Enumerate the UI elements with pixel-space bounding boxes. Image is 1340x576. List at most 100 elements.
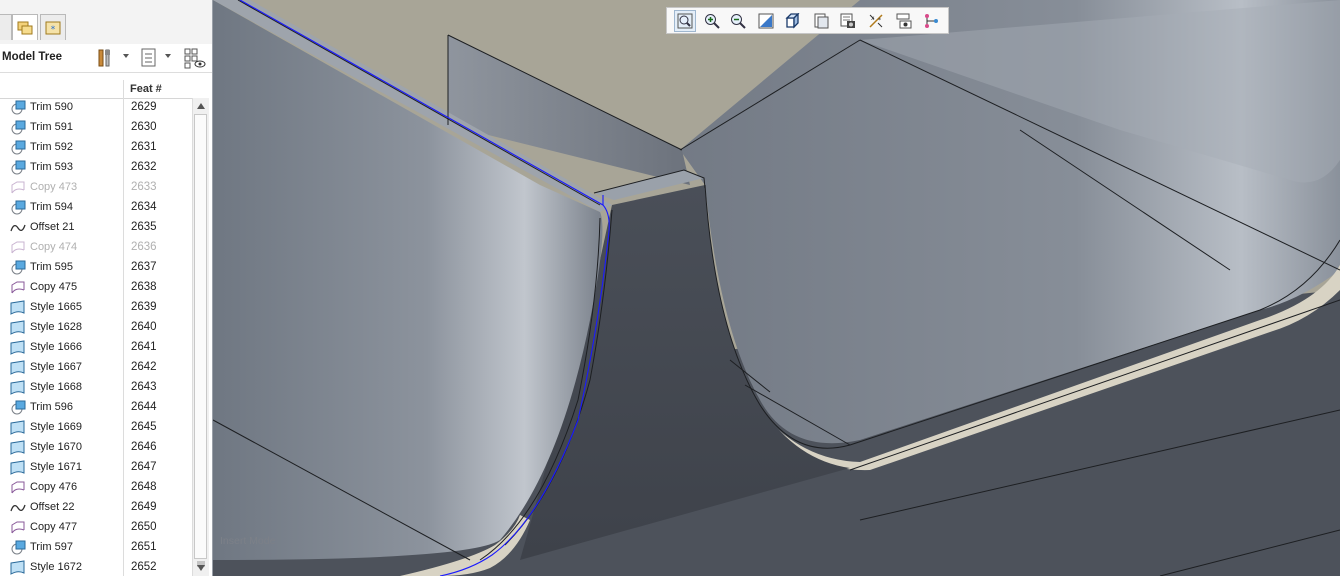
feat-number-header[interactable]: Feat # — [130, 83, 162, 95]
datum-display-icon: x * — [869, 14, 883, 28]
feature-number: 2647 — [131, 461, 157, 473]
tree-column-header[interactable]: Feat # — [0, 80, 192, 99]
tree-row[interactable]: Style 1667 2642 — [0, 358, 192, 378]
feature-number: 2631 — [131, 141, 157, 153]
tab-favorites[interactable]: * — [40, 14, 66, 40]
tree-row[interactable]: Copy 475 2638 — [0, 278, 192, 298]
copy-icon — [10, 280, 26, 296]
tree-row[interactable]: Offset 21 2635 — [0, 218, 192, 238]
tree-row[interactable]: Copy 477 2650 — [0, 518, 192, 538]
tree-row[interactable]: Style 1669 2645 — [0, 418, 192, 438]
settings-dropdown-icon[interactable] — [123, 54, 129, 58]
feature-number: 2641 — [131, 341, 157, 353]
feature-label: Trim 591 — [30, 121, 73, 133]
arrow-down-icon — [197, 565, 205, 571]
repaint-icon — [758, 13, 774, 29]
feature-number: 2651 — [131, 541, 157, 553]
display-style-button[interactable] — [782, 10, 804, 32]
feature-number: 2650 — [131, 521, 157, 533]
style-icon — [10, 360, 26, 376]
spin-center-button[interactable] — [893, 10, 915, 32]
tree-row[interactable]: Copy 473 2633 — [0, 178, 192, 198]
feature-label: Style 1666 — [30, 341, 82, 353]
trim-icon — [10, 260, 26, 276]
show-dropdown-icon[interactable] — [165, 54, 171, 58]
tree-row[interactable]: Style 1671 2647 — [0, 458, 192, 478]
feature-number: 2634 — [131, 201, 157, 213]
tree-row[interactable]: Style 1666 2641 — [0, 338, 192, 358]
trim-icon — [10, 400, 26, 416]
filter-tree-icon[interactable] — [184, 48, 206, 75]
style-icon — [10, 560, 26, 576]
feature-label: Style 1669 — [30, 421, 82, 433]
feature-label: Trim 596 — [30, 401, 73, 413]
annotation-button[interactable] — [920, 10, 942, 32]
zoom-out-icon — [731, 14, 746, 29]
tree-row[interactable]: Style 1672 2652 — [0, 558, 192, 576]
view-manager-button[interactable] — [837, 10, 859, 32]
copy-icon — [10, 520, 26, 536]
tab-model-tree[interactable] — [0, 14, 12, 40]
tree-row[interactable]: Style 1628 2640 — [0, 318, 192, 338]
svg-text:x: x — [871, 15, 875, 22]
zoom-out-button[interactable] — [727, 10, 749, 32]
tree-row[interactable]: Trim 595 2637 — [0, 258, 192, 278]
style-icon — [10, 340, 26, 356]
tree-row[interactable]: Trim 590 2629 — [0, 98, 192, 118]
feature-number: 2645 — [131, 421, 157, 433]
tree-row[interactable]: Trim 596 2644 — [0, 398, 192, 418]
view-manager-icon — [840, 13, 855, 28]
feature-label: Copy 473 — [30, 181, 78, 193]
feature-number: 2636 — [131, 241, 157, 253]
show-list-icon[interactable] — [140, 48, 158, 73]
feature-number: 2652 — [131, 561, 157, 573]
tree-row[interactable]: Trim 592 2631 — [0, 138, 192, 158]
model-tree-title: Model Tree — [2, 51, 63, 63]
refit-button[interactable] — [674, 10, 696, 32]
feature-label: Copy 476 — [30, 481, 78, 493]
feature-label: Style 1670 — [30, 441, 82, 453]
scroll-down-button[interactable] — [193, 560, 209, 576]
zoom-in-icon — [705, 14, 720, 29]
trim-icon — [10, 120, 26, 136]
feature-number: 2640 — [131, 321, 157, 333]
feature-number: 2642 — [131, 361, 157, 373]
saved-views-button[interactable] — [810, 10, 832, 32]
scroll-up-button[interactable] — [193, 98, 209, 114]
feature-number: 2635 — [131, 221, 157, 233]
tree-row[interactable]: Offset 22 2649 — [0, 498, 192, 518]
settings-tools-icon[interactable] — [96, 48, 116, 73]
feature-number: 2644 — [131, 401, 157, 413]
graphics-window[interactable]: x * — [213, 0, 1340, 576]
tree-row[interactable]: Style 1668 2643 — [0, 378, 192, 398]
favorites-icon: * — [45, 21, 61, 35]
model-tree-toolbar: Model Tree — [0, 44, 212, 73]
feature-label: Offset 22 — [30, 501, 75, 513]
tree-row[interactable]: Style 1665 2639 — [0, 298, 192, 318]
feature-label: Style 1671 — [30, 461, 82, 473]
scroll-thumb[interactable] — [194, 114, 207, 567]
refit-icon — [677, 13, 693, 29]
zoom-in-button[interactable] — [701, 10, 723, 32]
tree-row[interactable]: Style 1670 2646 — [0, 438, 192, 458]
tree-row[interactable]: Trim 591 2630 — [0, 118, 192, 138]
copy-icon — [10, 240, 26, 256]
feature-label: Trim 594 — [30, 201, 73, 213]
feature-number: 2643 — [131, 381, 157, 393]
tree-row[interactable]: Trim 597 2651 — [0, 538, 192, 558]
tree-row[interactable]: Trim 594 2634 — [0, 198, 192, 218]
tree-row[interactable]: Copy 474 2636 — [0, 238, 192, 258]
repaint-button[interactable] — [755, 10, 777, 32]
tree-scrollbar[interactable] — [192, 98, 209, 576]
saved-views-icon — [814, 13, 829, 29]
tree-row[interactable]: Copy 476 2648 — [0, 478, 192, 498]
tree-row[interactable]: Trim 593 2632 — [0, 158, 192, 178]
annotation-icon — [925, 14, 938, 28]
feature-number: 2639 — [131, 301, 157, 313]
datum-display-button[interactable]: x * — [865, 10, 887, 32]
feature-label: Copy 474 — [30, 241, 78, 253]
tab-folder-browser[interactable] — [12, 14, 38, 40]
feature-label: Style 1668 — [30, 381, 82, 393]
model-3d-view[interactable] — [213, 0, 1340, 576]
arrow-up-icon — [197, 103, 205, 109]
